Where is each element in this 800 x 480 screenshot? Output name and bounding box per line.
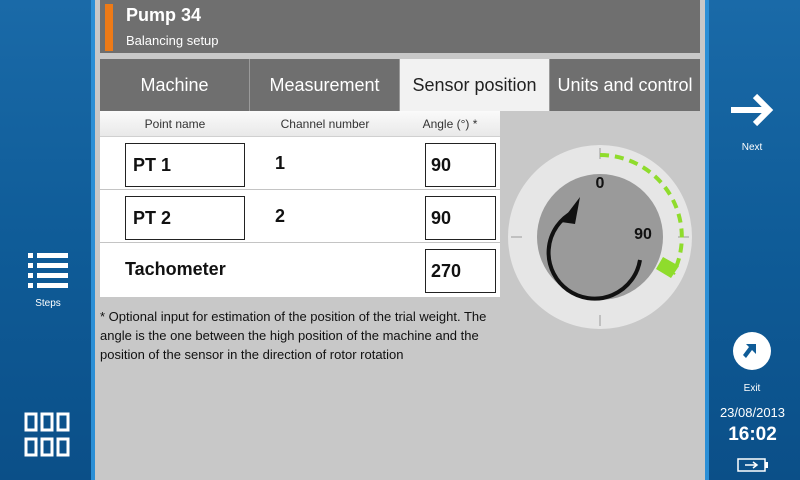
tab-bar: Machine Measurement Sensor position Unit… (100, 59, 700, 111)
right-sidebar: Next Exit 23/08/2013 16:02 (705, 0, 800, 480)
left-sidebar: Steps (0, 0, 95, 480)
list-icon (28, 253, 68, 288)
table-header: Point name Channel number Angle (°) * (100, 111, 500, 137)
angle-field[interactable]: 90 (425, 196, 496, 240)
next-label: Next (741, 142, 763, 153)
exit-button[interactable]: Exit (732, 331, 772, 394)
point-name-field[interactable]: PT 2 (125, 196, 245, 240)
sensor-table: Point name Channel number Angle (°) * PT… (100, 111, 500, 297)
angle-field[interactable]: 90 (425, 143, 496, 187)
tab-machine[interactable]: Machine (100, 59, 250, 111)
channel-number: 1 (275, 153, 286, 173)
page-subtitle: Balancing setup (126, 33, 219, 48)
exit-icon (733, 332, 771, 370)
exit-label: Exit (743, 383, 761, 394)
next-button[interactable]: Next (727, 92, 777, 153)
battery-charging-icon (737, 458, 768, 472)
grid-icon (24, 412, 70, 457)
tachometer-label: Tachometer (125, 259, 226, 279)
steps-label: Steps (35, 298, 61, 309)
footnote: * Optional input for estimation of the p… (100, 309, 487, 362)
table-row: PT 1 1 90 (100, 137, 500, 190)
steps-button[interactable]: Steps (24, 250, 72, 309)
sensor-position-dial: 0 90 (508, 145, 692, 329)
tab-units-and-control[interactable]: Units and control (550, 59, 700, 111)
dial-label-0: 0 (596, 175, 605, 192)
column-header-angle: Angle (°) * (422, 116, 478, 131)
page-title: Pump 34 (126, 5, 202, 25)
point-name-field[interactable]: PT 1 (125, 143, 245, 187)
arrow-right-icon (731, 93, 774, 127)
main-panel: Pump 34 Balancing setup Machine Measurem… (95, 0, 705, 480)
date-display: 23/08/2013 (719, 405, 786, 420)
apps-grid-button[interactable] (24, 412, 70, 458)
header-accent (105, 4, 113, 51)
table-row: PT 2 2 90 (100, 190, 500, 243)
dial-label-90: 90 (634, 226, 652, 243)
header: Pump 34 Balancing setup (100, 0, 700, 53)
tachometer-angle-field[interactable]: 270 (425, 249, 496, 293)
channel-number: 2 (275, 206, 286, 226)
time-display: 16:02 (728, 424, 777, 445)
column-header-channel-number: Channel number (280, 116, 370, 131)
column-header-point-name: Point name (144, 116, 206, 131)
table-row-tachometer: Tachometer 270 (100, 243, 500, 296)
tab-sensor-position[interactable]: Sensor position (400, 59, 550, 111)
tab-measurement[interactable]: Measurement (250, 59, 400, 111)
